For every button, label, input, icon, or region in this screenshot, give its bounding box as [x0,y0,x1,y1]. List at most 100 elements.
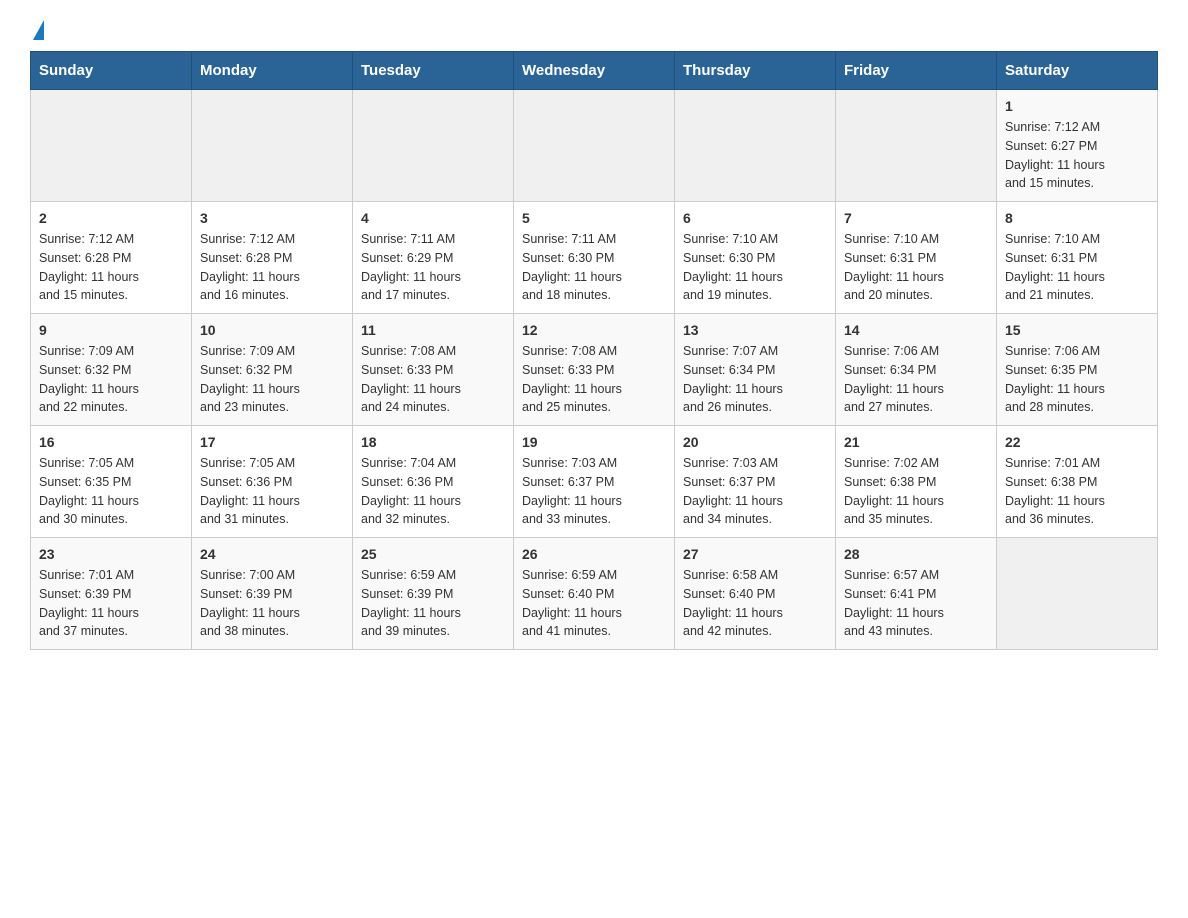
calendar-cell [31,90,192,202]
day-info: Sunrise: 7:01 AM Sunset: 6:38 PM Dayligh… [1005,454,1149,529]
day-info: Sunrise: 7:05 AM Sunset: 6:35 PM Dayligh… [39,454,183,529]
calendar-cell: 12Sunrise: 7:08 AM Sunset: 6:33 PM Dayli… [514,314,675,426]
day-info: Sunrise: 6:58 AM Sunset: 6:40 PM Dayligh… [683,566,827,641]
day-number: 2 [39,210,183,226]
calendar-cell [514,90,675,202]
day-info: Sunrise: 6:59 AM Sunset: 6:40 PM Dayligh… [522,566,666,641]
day-number: 19 [522,434,666,450]
day-number: 18 [361,434,505,450]
calendar-cell: 24 Sunrise: 7:00 AM Sunset: 6:39 PM Dayli… [192,538,353,650]
day-number: 10 [200,322,344,338]
logo [30,20,44,35]
calendar-cell: 4Sunrise: 7:11 AM Sunset: 6:29 PM Daylig… [353,202,514,314]
day-info: Sunrise: 7:12 AM Sunset: 6:28 PM Dayligh… [39,230,183,305]
calendar-cell [997,538,1158,650]
calendar-cell: 26 Sunrise: 6:59 AM Sunset: 6:40 PM Dayli… [514,538,675,650]
day-number: 16 [39,434,183,450]
day-number: 23 [39,546,183,562]
calendar-cell [836,90,997,202]
day-info: Sunrise: 7:03 AM Sunset: 6:37 PM Dayligh… [683,454,827,529]
day-info: Sunrise: 6:59 AM Sunset: 6:39 PM Dayligh… [361,566,505,641]
day-info: Sunrise: 7:12 AM Sunset: 6:27 PM Dayligh… [1005,118,1149,193]
day-info: Sunrise: 7:06 AM Sunset: 6:35 PM Dayligh… [1005,342,1149,417]
day-number: 3 [200,210,344,226]
page-header [30,20,1158,35]
day-number: 9 [39,322,183,338]
calendar-table: SundayMondayTuesdayWednesdayThursdayFrid… [30,51,1158,650]
day-number: 12 [522,322,666,338]
day-number: 20 [683,434,827,450]
day-info: Sunrise: 7:03 AM Sunset: 6:37 PM Dayligh… [522,454,666,529]
calendar-cell: 7 Sunrise: 7:10 AM Sunset: 6:31 PM Daylig… [836,202,997,314]
day-number: 13 [683,322,827,338]
calendar-cell: 11 Sunrise: 7:08 AM Sunset: 6:33 PM Dayli… [353,314,514,426]
day-number: 25 [361,546,505,562]
day-number: 4 [361,210,505,226]
calendar-cell: 9Sunrise: 7:09 AM Sunset: 6:32 PM Daylig… [31,314,192,426]
calendar-cell: 15 Sunrise: 7:06 AM Sunset: 6:35 PM Dayli… [997,314,1158,426]
day-info: Sunrise: 7:10 AM Sunset: 6:30 PM Dayligh… [683,230,827,305]
calendar-cell: 1 Sunrise: 7:12 AM Sunset: 6:27 PM Daylig… [997,90,1158,202]
day-info: Sunrise: 7:10 AM Sunset: 6:31 PM Dayligh… [1005,230,1149,305]
calendar-cell: 25 Sunrise: 6:59 AM Sunset: 6:39 PM Dayli… [353,538,514,650]
day-header-tuesday: Tuesday [353,52,514,90]
day-number: 24 [200,546,344,562]
calendar-cell [192,90,353,202]
day-number: 7 [844,210,988,226]
calendar-cell: 8 Sunrise: 7:10 AM Sunset: 6:31 PM Daylig… [997,202,1158,314]
day-number: 27 [683,546,827,562]
day-header-thursday: Thursday [675,52,836,90]
day-number: 14 [844,322,988,338]
calendar-cell: 5 Sunrise: 7:11 AM Sunset: 6:30 PM Daylig… [514,202,675,314]
calendar-cell: 18 Sunrise: 7:04 AM Sunset: 6:36 PM Dayli… [353,426,514,538]
day-number: 28 [844,546,988,562]
calendar-cell: 14Sunrise: 7:06 AM Sunset: 6:34 PM Dayli… [836,314,997,426]
day-number: 5 [522,210,666,226]
calendar-cell: 6 Sunrise: 7:10 AM Sunset: 6:30 PM Daylig… [675,202,836,314]
day-header-row: SundayMondayTuesdayWednesdayThursdayFrid… [31,52,1158,90]
calendar-cell: 28 Sunrise: 6:57 AM Sunset: 6:41 PM Dayli… [836,538,997,650]
day-number: 1 [1005,98,1149,114]
day-info: Sunrise: 7:10 AM Sunset: 6:31 PM Dayligh… [844,230,988,305]
day-header-friday: Friday [836,52,997,90]
day-number: 6 [683,210,827,226]
day-info: Sunrise: 7:01 AM Sunset: 6:39 PM Dayligh… [39,566,183,641]
day-header-monday: Monday [192,52,353,90]
day-info: Sunrise: 7:11 AM Sunset: 6:30 PM Dayligh… [522,230,666,305]
calendar-week-2: 2 Sunrise: 7:12 AM Sunset: 6:28 PM Daylig… [31,202,1158,314]
day-number: 15 [1005,322,1149,338]
day-number: 8 [1005,210,1149,226]
calendar-cell: 10 Sunrise: 7:09 AM Sunset: 6:32 PM Dayli… [192,314,353,426]
calendar-cell: 27 Sunrise: 6:58 AM Sunset: 6:40 PM Dayli… [675,538,836,650]
calendar-cell: 13 Sunrise: 7:07 AM Sunset: 6:34 PM Dayli… [675,314,836,426]
calendar-week-3: 9 Sunrise: 7:09 AM Sunset: 6:32 PM Daylig… [31,314,1158,426]
day-header-sunday: Sunday [31,52,192,90]
day-info: Sunrise: 6:57 AM Sunset: 6:41 PM Dayligh… [844,566,988,641]
calendar-cell: 23 Sunrise: 7:01 AM Sunset: 6:39 PM Dayli… [31,538,192,650]
day-number: 26 [522,546,666,562]
day-info: Sunrise: 7:12 AM Sunset: 6:28 PM Dayligh… [200,230,344,305]
logo-triangle-icon [33,20,44,40]
calendar-cell [675,90,836,202]
day-info: Sunrise: 7:00 AM Sunset: 6:39 PM Dayligh… [200,566,344,641]
calendar-week-4: 16 Sunrise: 7:05 AM Sunset: 6:35 PM Dayli… [31,426,1158,538]
day-info: Sunrise: 7:09 AM Sunset: 6:32 PM Dayligh… [200,342,344,417]
day-info: Sunrise: 7:02 AM Sunset: 6:38 PM Dayligh… [844,454,988,529]
calendar-cell: 19 Sunrise: 7:03 AM Sunset: 6:37 PM Dayli… [514,426,675,538]
calendar-cell: 21 Sunrise: 7:02 AM Sunset: 6:38 PM Dayli… [836,426,997,538]
day-number: 17 [200,434,344,450]
calendar-cell: 2 Sunrise: 7:12 AM Sunset: 6:28 PM Daylig… [31,202,192,314]
day-info: Sunrise: 7:04 AM Sunset: 6:36 PM Dayligh… [361,454,505,529]
day-number: 21 [844,434,988,450]
day-header-wednesday: Wednesday [514,52,675,90]
day-header-saturday: Saturday [997,52,1158,90]
calendar-week-5: 23 Sunrise: 7:01 AM Sunset: 6:39 PM Dayli… [31,538,1158,650]
day-info: Sunrise: 7:07 AM Sunset: 6:34 PM Dayligh… [683,342,827,417]
day-number: 11 [361,322,505,338]
calendar-week-1: 1 Sunrise: 7:12 AM Sunset: 6:27 PM Daylig… [31,90,1158,202]
day-number: 22 [1005,434,1149,450]
calendar-cell: 3 Sunrise: 7:12 AM Sunset: 6:28 PM Daylig… [192,202,353,314]
calendar-cell: 22 Sunrise: 7:01 AM Sunset: 6:38 PM Dayli… [997,426,1158,538]
calendar-cell: 20 Sunrise: 7:03 AM Sunset: 6:37 PM Dayli… [675,426,836,538]
day-info: Sunrise: 7:08 AM Sunset: 6:33 PM Dayligh… [361,342,505,417]
